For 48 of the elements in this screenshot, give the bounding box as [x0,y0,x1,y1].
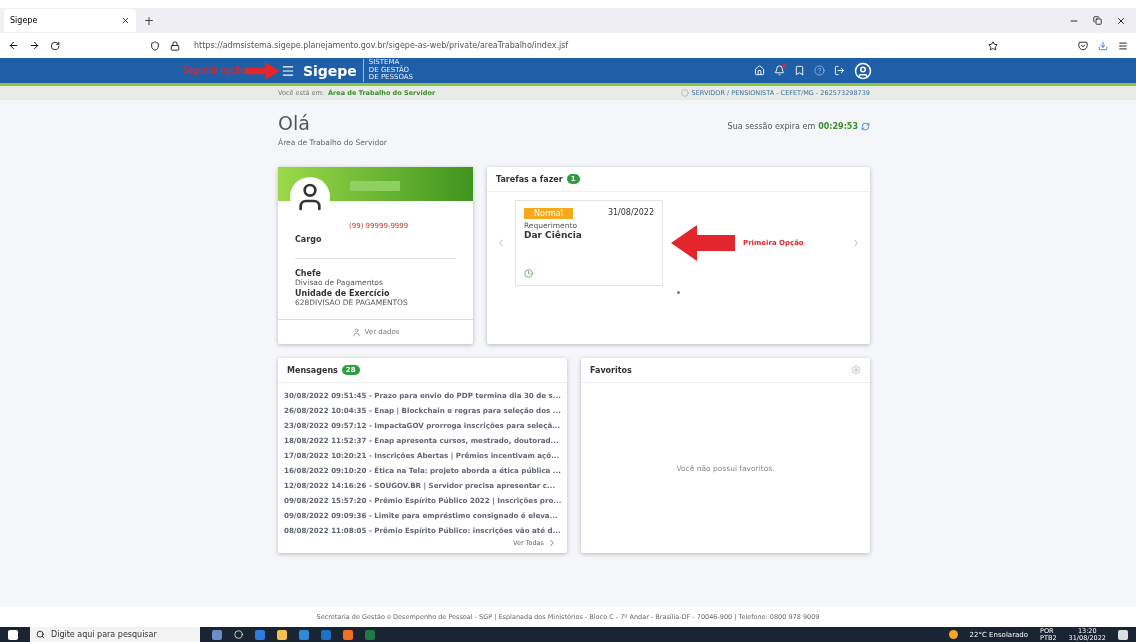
browser-tab[interactable]: Sigepe [4,9,136,32]
bookmark-icon[interactable] [794,65,805,76]
reload-icon[interactable] [50,40,60,51]
session-timer: 00:29:53 [818,122,858,131]
task-date: 31/08/2022 [607,208,654,219]
clock-icon [524,269,533,278]
function-label: Chefe [295,269,322,278]
arrow-icon [244,60,281,81]
priority-tag: Normal [524,208,573,219]
carousel-dot [677,291,680,294]
annotation-label: Segunda opção [183,66,245,75]
new-tab-button[interactable]: + [144,13,155,28]
profile-icon [680,89,689,97]
role-label: Cargo [295,235,323,244]
menu-icon[interactable] [1118,40,1128,51]
star-icon[interactable] [988,40,998,51]
logo-text: Sigepe [302,62,357,79]
cortana-icon[interactable] [234,630,243,639]
back-icon[interactable] [8,40,19,51]
logout-icon[interactable] [834,65,845,76]
menu-icon[interactable] [280,63,295,78]
redacted-name-bar [350,181,400,191]
home-icon[interactable] [754,65,765,76]
close-icon[interactable] [121,16,130,25]
session-label: Sua sessão expira em [727,122,816,131]
search-field[interactable]: Digite aqui para pesquisar [30,627,200,642]
unit-label: Unidade de Exercício [295,289,391,298]
pocket-icon[interactable] [1078,40,1088,51]
close-icon[interactable] [1116,15,1126,26]
lock-icon [170,40,180,51]
task-title: Dar Ciência [524,230,583,240]
shield-icon [150,40,160,51]
bell-icon[interactable] [774,65,785,76]
user-icon[interactable] [854,61,872,80]
chevron-icon [547,538,557,548]
forward-icon[interactable] [29,40,40,51]
refresh-icon[interactable] [861,122,870,131]
search-icon [36,630,45,639]
card-title: Tarefas a fazer [496,174,563,184]
arrow-icon [671,225,735,261]
user-icon [351,327,361,337]
page-title: Olá [278,112,311,134]
restore-icon[interactable] [1093,16,1102,25]
card-title: Favoritos [590,365,632,375]
weather-icon [948,630,958,639]
address-field[interactable]: https://admsistema.sigepe.planejamento.gov.br/sigepe-as-web/private/areaTrabalho/index.jsf [194,41,978,50]
download-icon[interactable] [1098,40,1108,51]
card-title: Mensagens [287,365,338,375]
